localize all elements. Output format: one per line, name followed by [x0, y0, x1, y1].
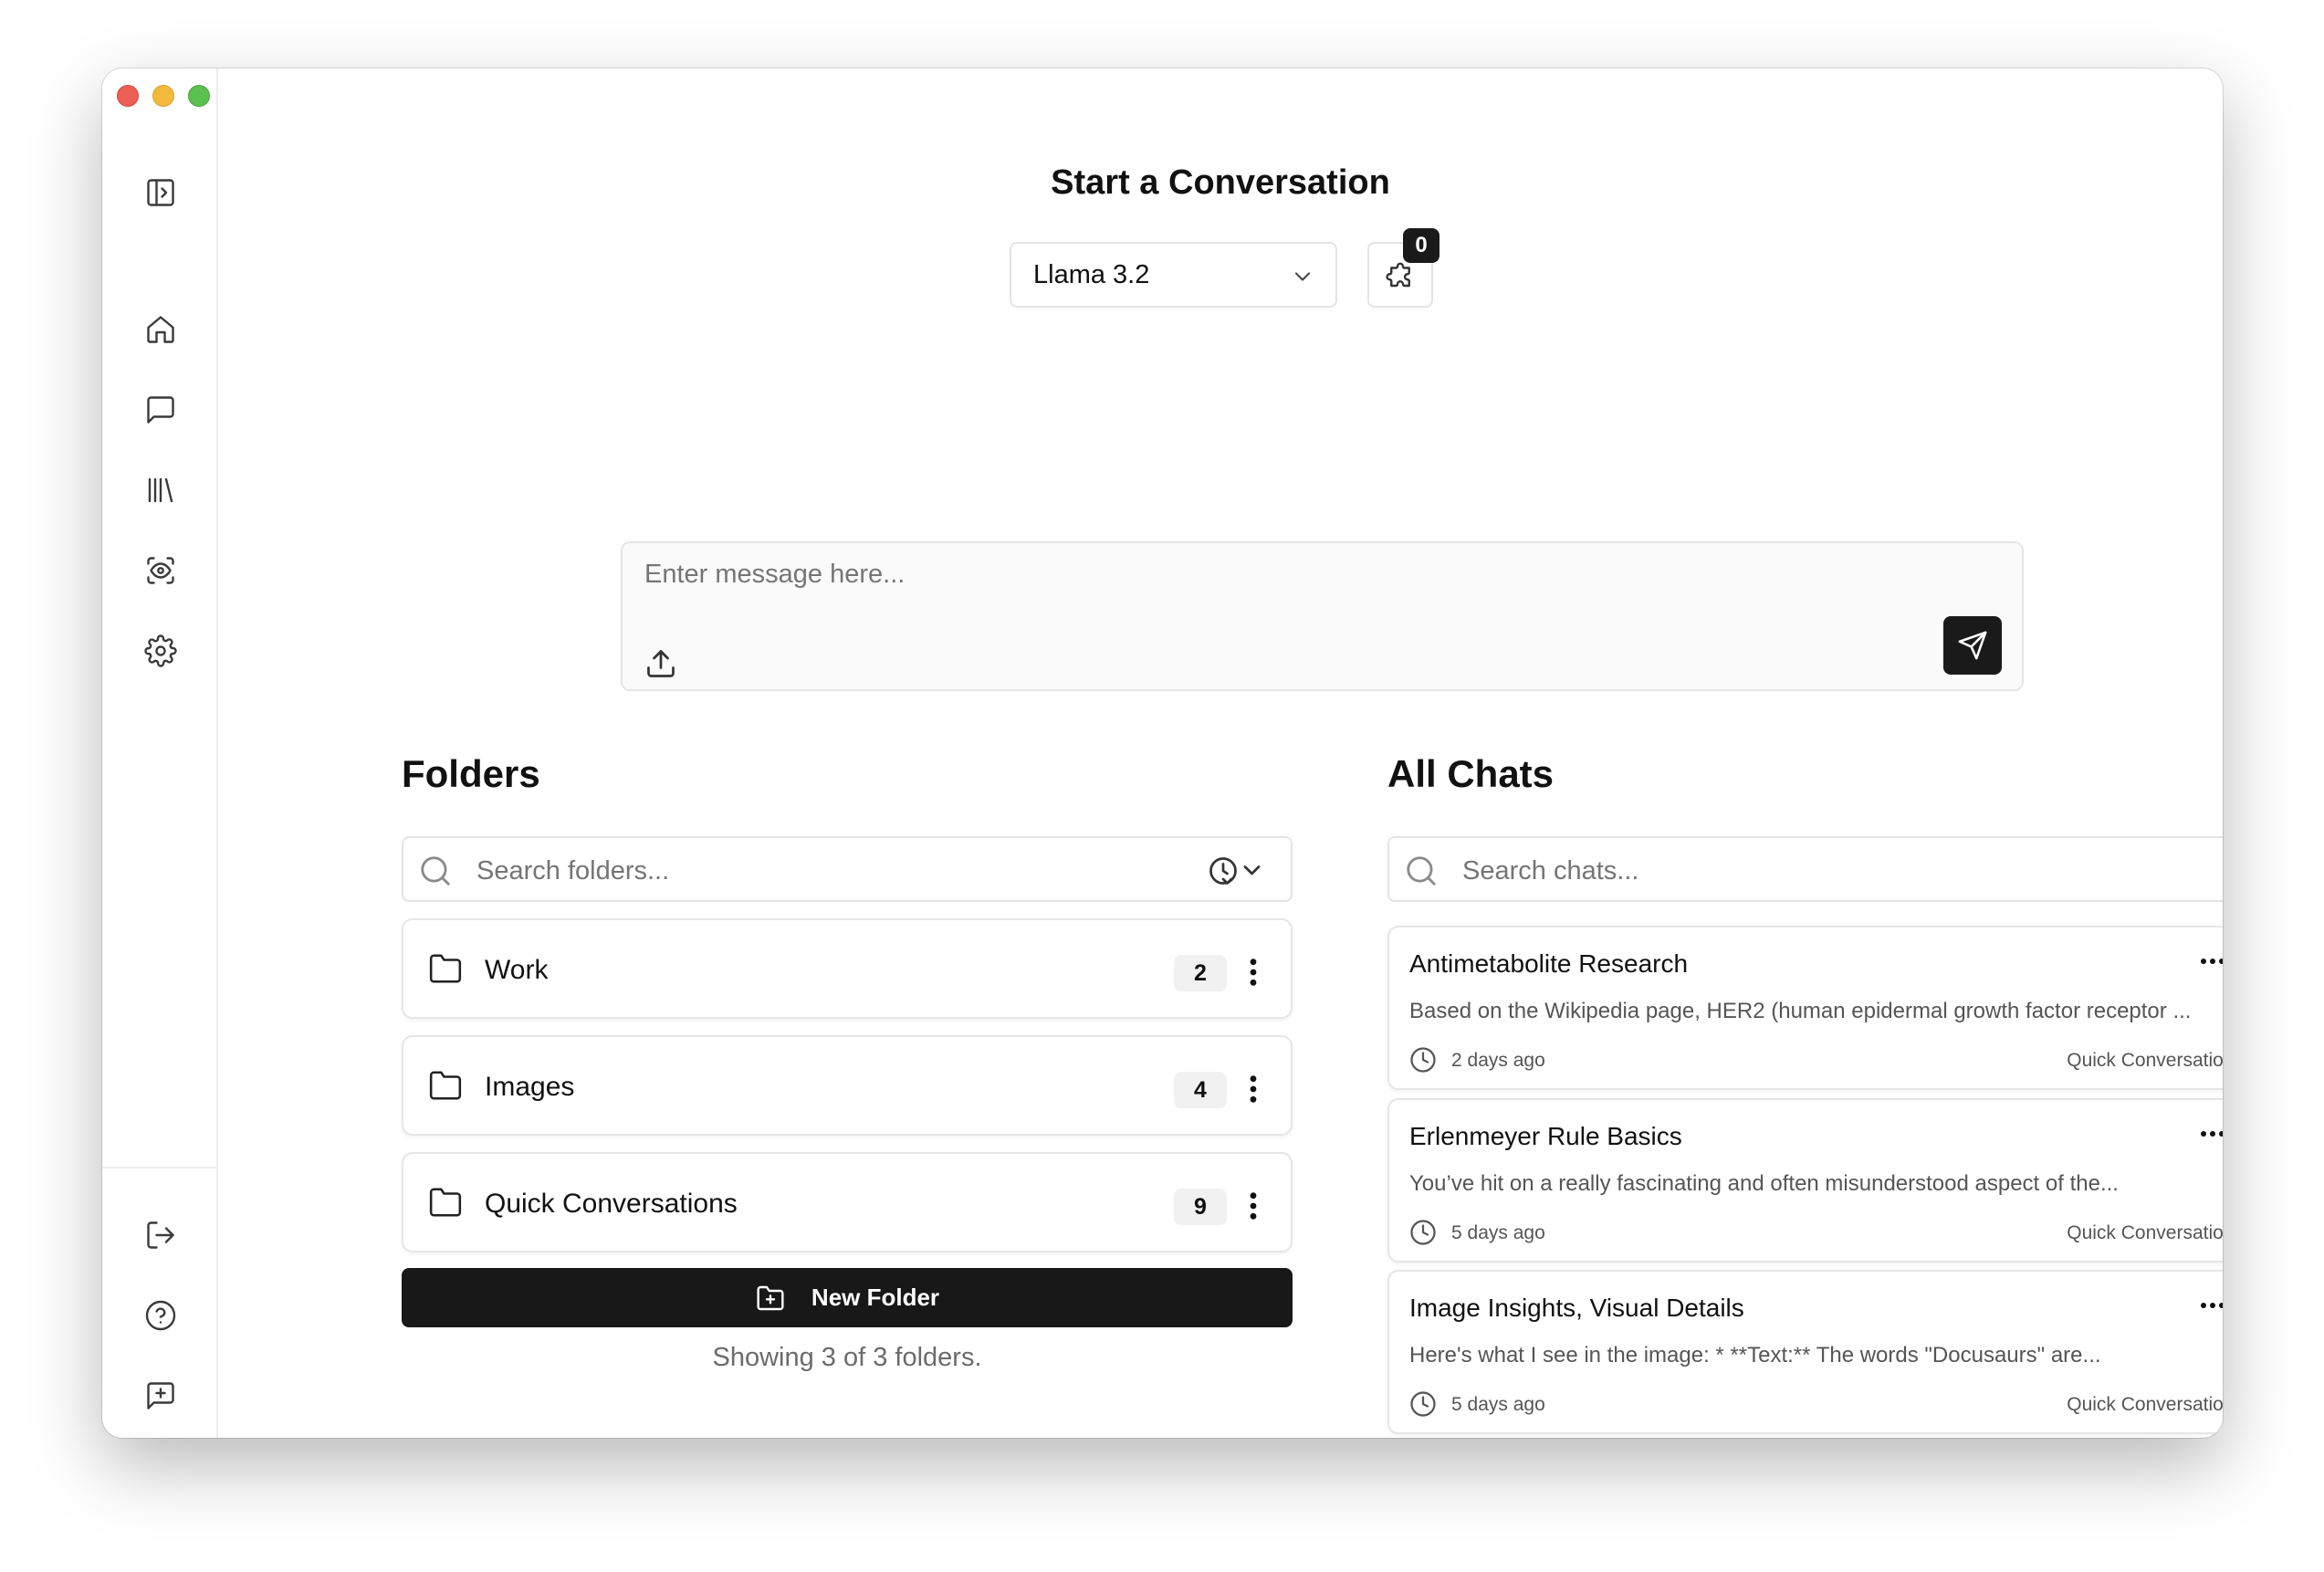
- new-folder-label: New Folder: [811, 1284, 940, 1311]
- folder-item-images[interactable]: Images 4: [402, 1035, 1293, 1136]
- folders-heading: Folders: [402, 752, 540, 795]
- folder-name: Quick Conversations: [485, 1189, 738, 1219]
- chat-folder-label: Quick Conversations: [2067, 1394, 2223, 1415]
- model-select-value: Llama 3.2: [1033, 259, 1150, 289]
- sidebar: [102, 68, 218, 1438]
- upload-icon[interactable]: [644, 647, 677, 680]
- chat-icon[interactable]: [139, 388, 183, 432]
- chevron-down-icon: [1294, 272, 1311, 281]
- main-content: Start a Conversation Llama 3.2 0 Folders: [218, 68, 2223, 1438]
- folder-name: Images: [485, 1072, 575, 1102]
- folder-count-badge: 2: [1174, 955, 1227, 991]
- library-icon[interactable]: [139, 468, 183, 512]
- folder-icon: [429, 1071, 462, 1100]
- sort-by-recent-icon[interactable]: [1207, 854, 1267, 887]
- more-horizontal-icon[interactable]: [2200, 957, 2223, 966]
- gear-icon[interactable]: [139, 629, 183, 673]
- help-icon[interactable]: [139, 1294, 183, 1337]
- chats-search: [1387, 836, 2223, 902]
- chat-item[interactable]: Antimetabolite Research Based on the Wik…: [1387, 926, 2223, 1090]
- chats-search-input[interactable]: [1462, 856, 2101, 886]
- folder-icon: [429, 1188, 462, 1217]
- send-icon: [1958, 631, 1987, 660]
- folders-search-input[interactable]: [476, 856, 1115, 886]
- clock-icon: [1410, 1220, 1436, 1245]
- chat-timestamp: 5 days ago: [1451, 1222, 1545, 1243]
- more-vertical-icon[interactable]: [1248, 1190, 1259, 1221]
- model-select[interactable]: Llama 3.2: [1010, 242, 1337, 308]
- new-folder-button[interactable]: New Folder: [402, 1268, 1293, 1327]
- puzzle-icon: [1386, 262, 1410, 288]
- chat-preview: You’ve hit on a really fascinating and o…: [1409, 1171, 2119, 1196]
- message-composer: [621, 541, 2024, 691]
- folder-plus-icon: [757, 1285, 784, 1310]
- more-vertical-icon[interactable]: [1248, 957, 1259, 988]
- folder-name: Work: [485, 955, 549, 985]
- page-title: Start a Conversation: [1051, 163, 1390, 202]
- more-horizontal-icon[interactable]: [2200, 1301, 2223, 1310]
- all-chats-heading: All Chats: [1387, 752, 1555, 795]
- folders-search: [402, 836, 1293, 902]
- folder-count-badge: 4: [1174, 1072, 1227, 1108]
- search-icon: [1407, 856, 1436, 886]
- plugins-count-badge: 0: [1403, 228, 1439, 263]
- clock-icon: [1410, 1047, 1436, 1073]
- feedback-icon[interactable]: [139, 1374, 183, 1418]
- more-horizontal-icon[interactable]: [2200, 1129, 2223, 1138]
- chat-title: Antimetabolite Research: [1409, 949, 1689, 978]
- sidebar-divider: [102, 1167, 218, 1169]
- chat-item[interactable]: Image Insights, Visual Details Here's wh…: [1387, 1270, 2223, 1434]
- chat-preview: Based on the Wikipedia page, HER2 (human…: [1409, 999, 2192, 1023]
- more-vertical-icon[interactable]: [1248, 1074, 1259, 1105]
- search-icon: [421, 856, 450, 886]
- folder-item-quick-conversations[interactable]: Quick Conversations 9: [402, 1152, 1293, 1252]
- message-input[interactable]: [644, 560, 1831, 590]
- folder-item-work[interactable]: Work 2: [402, 918, 1293, 1019]
- send-button[interactable]: [1943, 616, 2002, 675]
- sidebar-toggle-icon[interactable]: [139, 171, 183, 215]
- logout-icon[interactable]: [139, 1213, 183, 1257]
- folder-count-badge: 9: [1174, 1189, 1227, 1225]
- chat-timestamp: 2 days ago: [1451, 1050, 1545, 1071]
- chat-title: Image Insights, Visual Details: [1409, 1294, 1744, 1322]
- chat-preview: Here's what I see in the image: * **Text…: [1409, 1343, 2101, 1368]
- chat-timestamp: 5 days ago: [1451, 1394, 1545, 1415]
- folders-count-text: Showing 3 of 3 folders.: [712, 1343, 982, 1372]
- clock-icon: [1410, 1391, 1436, 1417]
- app-window: Start a Conversation Llama 3.2 0 Folders: [102, 68, 2223, 1438]
- chat-item[interactable]: Erlenmeyer Rule Basics You’ve hit on a r…: [1387, 1098, 2223, 1263]
- chat-folder-label: Quick Conversations: [2067, 1050, 2223, 1071]
- scan-eye-icon[interactable]: [139, 549, 183, 592]
- home-icon[interactable]: [139, 308, 183, 351]
- chat-title: Erlenmeyer Rule Basics: [1409, 1122, 1682, 1150]
- chat-folder-label: Quick Conversations: [2067, 1222, 2223, 1243]
- folder-icon: [429, 954, 462, 983]
